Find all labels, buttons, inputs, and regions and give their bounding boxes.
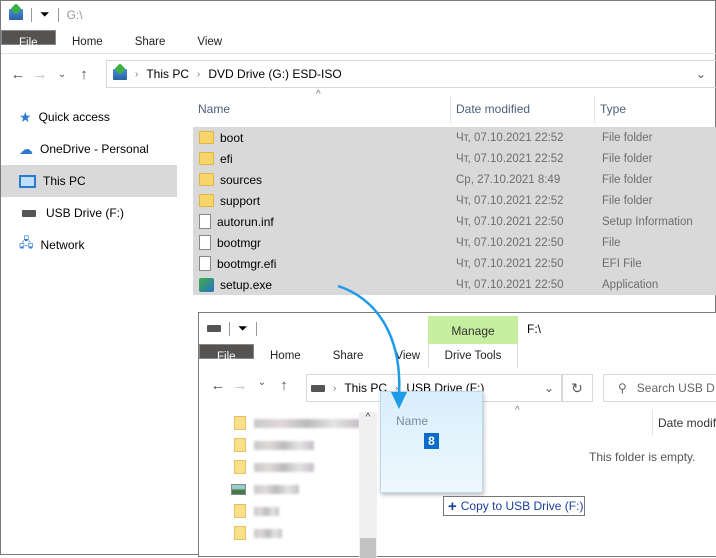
plus-icon: + [448,497,457,515]
copy-tooltip: + Copy to USB Drive (F:) [443,496,585,516]
drag-arrow [337,284,407,409]
copy-tooltip-text: Copy to USB Drive (F:) [460,499,584,513]
drag-arrow-head [391,392,407,409]
drag-arrow-path [337,284,401,396]
